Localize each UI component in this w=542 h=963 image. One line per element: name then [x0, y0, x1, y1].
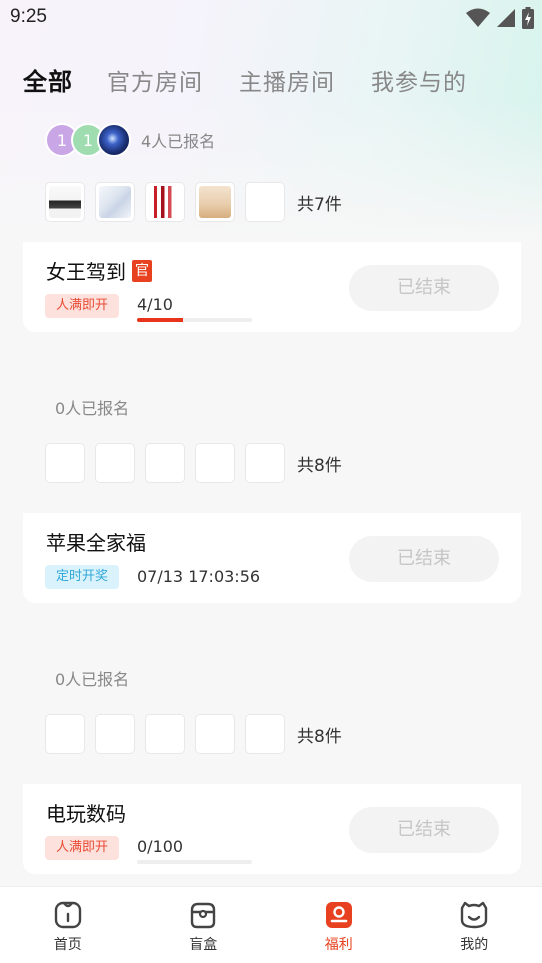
event-card[interactable]: 电玩数码 人满即开 0/100 已结束: [23, 784, 521, 874]
prize-total: 共8件: [297, 726, 342, 747]
prize-total: 共7件: [297, 194, 342, 215]
home-icon: [54, 901, 81, 929]
scheduled-draw-tag: 定时开奖: [45, 565, 120, 589]
tab-participated[interactable]: 我参与的: [371, 63, 467, 97]
status-bar: 9:25: [0, 0, 542, 36]
avatar: [97, 123, 131, 157]
blind-box-icon: [191, 902, 216, 929]
nav-label: 盲盒: [189, 937, 218, 953]
profile-icon: [461, 901, 488, 929]
prize-thumbnail[interactable]: [245, 182, 285, 222]
bottom-nav: 首页 盲盒 福利 我的: [0, 886, 542, 963]
prizes-row: 共8件: [45, 443, 342, 483]
ended-button[interactable]: 已结束: [349, 536, 499, 582]
event-card[interactable]: 苹果全家福 定时开奖 07/13 17:03:56 已结束: [23, 513, 521, 603]
battery-icon: [522, 7, 534, 29]
event-title: 苹果全家福: [46, 531, 146, 555]
signup-count: 0人已报名: [55, 399, 130, 418]
prize-thumbnail[interactable]: [145, 714, 185, 754]
prize-thumbnail[interactable]: [45, 443, 85, 483]
prize-thumbnail[interactable]: [145, 443, 185, 483]
prize-thumbnail[interactable]: [195, 443, 235, 483]
prize-thumbnail[interactable]: [195, 714, 235, 754]
event-title-row: 电玩数码: [46, 798, 126, 827]
nav-profile[interactable]: 我的: [407, 887, 542, 963]
event-title: 女王驾到: [46, 260, 126, 284]
event-title-row: 女王驾到 官: [46, 256, 152, 285]
nav-home[interactable]: 首页: [0, 887, 136, 963]
progress-bar: [137, 318, 252, 322]
tab-all[interactable]: 全部: [23, 62, 73, 97]
status-time: 9:25: [10, 6, 47, 27]
status-icons: [466, 7, 534, 29]
wifi-icon: [466, 8, 490, 27]
progress-text: 4/10: [137, 295, 173, 314]
prize-thumbnail[interactable]: [45, 714, 85, 754]
signup-count: 4人已报名: [141, 132, 216, 151]
tab-official-rooms[interactable]: 官方房间: [107, 63, 203, 97]
official-badge: 官: [132, 259, 152, 282]
prize-thumbnail[interactable]: [145, 182, 185, 222]
prizes-row: 共8件: [45, 714, 342, 754]
signal-icon: [497, 9, 515, 27]
signup-count: 0人已报名: [55, 670, 130, 689]
progress-bar: [137, 860, 252, 864]
progress-fill: [137, 318, 183, 322]
nav-label: 首页: [53, 937, 82, 953]
prize-total: 共8件: [297, 455, 342, 476]
nav-blind-box[interactable]: 盲盒: [136, 887, 272, 963]
prize-thumbnail[interactable]: [45, 182, 85, 222]
draw-time: 07/13 17:03:56: [137, 567, 261, 586]
prize-thumbnail[interactable]: [95, 182, 135, 222]
welfare-icon: [325, 902, 352, 928]
participants-row: 0人已报名: [45, 661, 129, 695]
prizes-row: 共7件: [45, 182, 342, 222]
prize-thumbnail[interactable]: [95, 443, 135, 483]
event-title: 电玩数码: [46, 802, 126, 826]
participants-row: 1 1 4人已报名: [45, 123, 215, 157]
tab-host-rooms[interactable]: 主播房间: [239, 63, 335, 97]
event-card[interactable]: 女王驾到 官 人满即开 4/10 已结束: [23, 242, 521, 332]
ended-button[interactable]: 已结束: [349, 807, 499, 853]
nav-label: 福利: [324, 937, 353, 953]
prize-thumbnail[interactable]: [95, 714, 135, 754]
category-tabs: 全部 官方房间 主播房间 我参与的: [23, 62, 503, 97]
full-open-tag: 人满即开: [45, 294, 120, 318]
prize-thumbnail[interactable]: [195, 182, 235, 222]
nav-welfare[interactable]: 福利: [271, 887, 407, 963]
ended-button[interactable]: 已结束: [349, 265, 499, 311]
nav-label: 我的: [460, 937, 489, 953]
participants-row: 0人已报名: [45, 390, 129, 424]
progress-text: 0/100: [137, 837, 184, 856]
prize-thumbnail[interactable]: [245, 714, 285, 754]
event-title-row: 苹果全家福: [46, 527, 146, 556]
full-open-tag: 人满即开: [45, 836, 120, 860]
prize-thumbnail[interactable]: [245, 443, 285, 483]
